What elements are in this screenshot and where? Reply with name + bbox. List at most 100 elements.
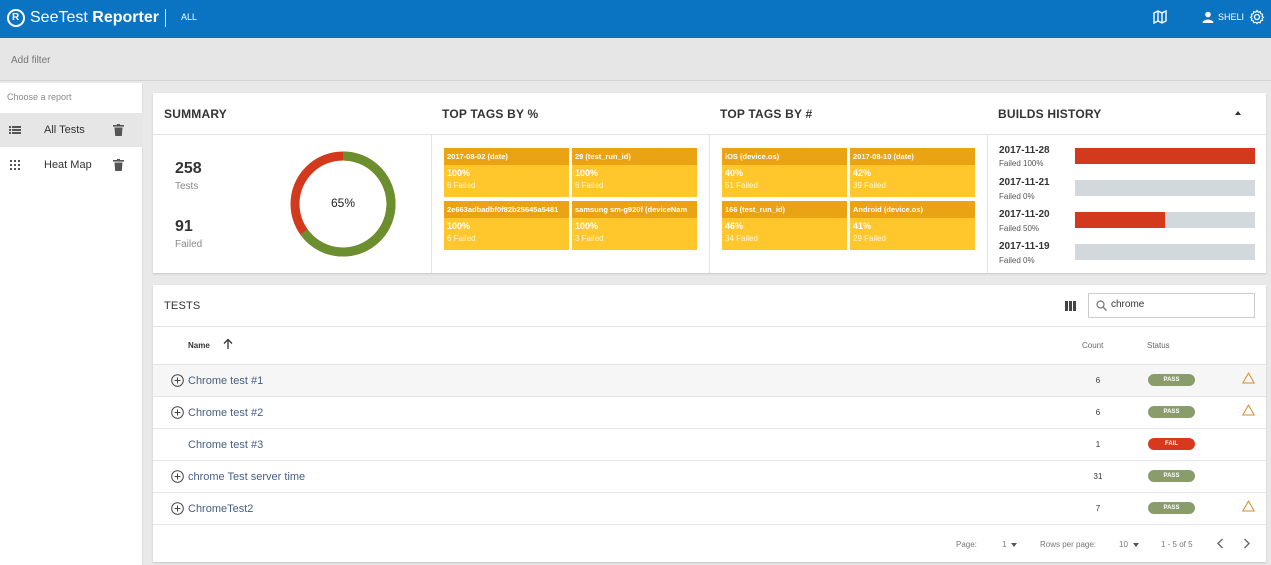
expand-icon[interactable] [171,470,184,483]
tag-card[interactable]: iOS (device.os) 40% 51 Failed [722,148,847,197]
tag-name: 166 (test_run_id) [722,201,847,218]
rows-per-page-select[interactable]: 10 [1119,540,1139,549]
expand-icon[interactable] [171,406,184,419]
divider [153,326,1266,327]
page-range: 1 - 5 of 5 [1161,540,1193,549]
tag-failed: 29 Failed [853,234,886,243]
tag-failed: 6 Failed [447,234,476,243]
build-bar[interactable] [1075,180,1255,196]
table-row[interactable]: Chrome test #2 6 PASS [153,396,1266,428]
status-badge: PASS [1148,374,1195,386]
table-row[interactable]: chrome Test server time 31 PASS [153,460,1266,492]
search-input[interactable] [1111,299,1251,310]
tag-name: 2e663adbadbf0f82b25645a5481 [444,201,569,218]
test-name[interactable]: chrome Test server time [188,471,305,483]
builds-history-title: BUILDS HISTORY [998,107,1102,121]
test-name[interactable]: ChromeTest2 [188,503,253,515]
expand-icon[interactable] [171,374,184,387]
column-header-name[interactable]: Name [188,341,210,350]
divider [987,134,988,273]
chevron-left-icon[interactable] [1216,538,1225,549]
divider [431,134,432,273]
tests-count: 258 [175,160,202,177]
tag-failed: 34 Failed [725,234,758,243]
build-date: 2017-11-20 [999,209,1050,220]
tag-card[interactable]: Android (device.os) 41% 29 Failed [850,201,975,250]
test-count: 7 [1095,504,1101,513]
test-name[interactable]: Chrome test #3 [188,439,263,451]
divider [709,134,710,273]
sidebar-item-label: Heat Map [44,159,92,171]
gear-icon[interactable] [1249,9,1265,25]
tag-card[interactable]: 2017-08-02 (date) 100% 6 Failed [444,148,569,197]
tag-name: Android (device.os) [850,201,975,218]
status-badge: FAIL [1148,438,1195,450]
top-bar: SeeTest Reporter ALL SHELI [0,0,1271,38]
test-count: 31 [1093,472,1103,481]
test-name[interactable]: Chrome test #2 [188,407,263,419]
project-selector[interactable]: ALL [181,12,197,22]
search-box [1088,293,1255,318]
logo-icon [7,9,25,27]
tag-name: samsung sm-g920f (deviceNam [572,201,697,218]
tag-percent: 100% [575,221,599,231]
warning-icon [1242,404,1255,416]
trash-icon[interactable] [113,124,124,136]
tag-percent: 46% [725,221,744,231]
top-tags-pct-title: TOP TAGS BY % [442,107,539,121]
tag-failed: 6 Failed [575,181,604,190]
page-select[interactable]: 1 [1002,540,1018,549]
tag-percent: 41% [853,221,872,231]
sidebar-item-heat-map[interactable]: Heat Map [0,148,143,182]
tag-name: 2017-08-10 (date) [850,148,975,165]
warning-icon [1242,372,1255,384]
build-bar[interactable] [1075,244,1255,260]
table-row[interactable]: Chrome test #1 6 PASS [153,364,1266,396]
tag-card[interactable]: 2017-08-10 (date) 42% 39 Failed [850,148,975,197]
build-bar[interactable] [1075,212,1255,228]
build-date: 2017-11-21 [999,177,1050,188]
brand-bold: Reporter [92,9,159,26]
column-header-count[interactable]: Count [1082,341,1103,350]
tag-failed: 51 Failed [725,181,758,190]
warning-icon [1242,500,1255,512]
status-badge: PASS [1148,502,1195,514]
user-name: SHELI [1217,12,1244,22]
user-icon [1202,11,1214,23]
test-count: 6 [1095,376,1101,385]
failed-label: Failed [175,239,203,250]
user-menu[interactable]: SHELI [1202,11,1244,23]
tag-card[interactable]: samsung sm-g920f (deviceNam 100% 3 Faile… [572,201,697,250]
tag-percent: 100% [575,168,599,178]
expand-icon[interactable] [171,502,184,515]
trash-icon[interactable] [113,159,124,171]
columns-icon[interactable] [1065,301,1076,311]
filter-bar [0,38,1271,81]
column-header-status[interactable]: Status [1147,341,1170,350]
dropdown-caret-icon [1132,542,1139,547]
sidebar-item-all-tests[interactable]: All Tests [0,113,143,147]
tag-card[interactable]: 166 (test_run_id) 46% 34 Failed [722,201,847,250]
search-icon [1096,300,1107,311]
add-filter-input[interactable] [11,55,211,66]
tag-failed: 39 Failed [853,181,886,190]
build-bar[interactable] [1075,148,1255,164]
dropdown-caret-icon [1011,542,1018,547]
brand-name: SeeTest Reporter [30,9,159,27]
sort-ascending-icon[interactable] [222,338,234,350]
map-icon[interactable] [1153,10,1167,24]
grid-icon [10,160,20,170]
table-row[interactable]: ChromeTest2 7 PASS [153,492,1266,524]
header-divider [165,9,166,27]
tag-card[interactable]: 2e663adbadbf0f82b25645a5481 100% 6 Faile… [444,201,569,250]
test-name[interactable]: Chrome test #1 [188,375,263,387]
chevron-right-icon[interactable] [1242,538,1251,549]
page-label: Page: [956,540,977,549]
collapse-caret-icon[interactable] [1235,111,1241,115]
app-logo[interactable]: SeeTest Reporter [7,9,159,27]
tag-card[interactable]: 29 (test_run_id) 100% 6 Failed [572,148,697,197]
build-failed: Failed 50% [999,224,1040,233]
list-icon [9,126,21,134]
table-row[interactable]: Chrome test #3 1 FAIL [153,428,1266,460]
build-failed: Failed 0% [999,192,1035,201]
